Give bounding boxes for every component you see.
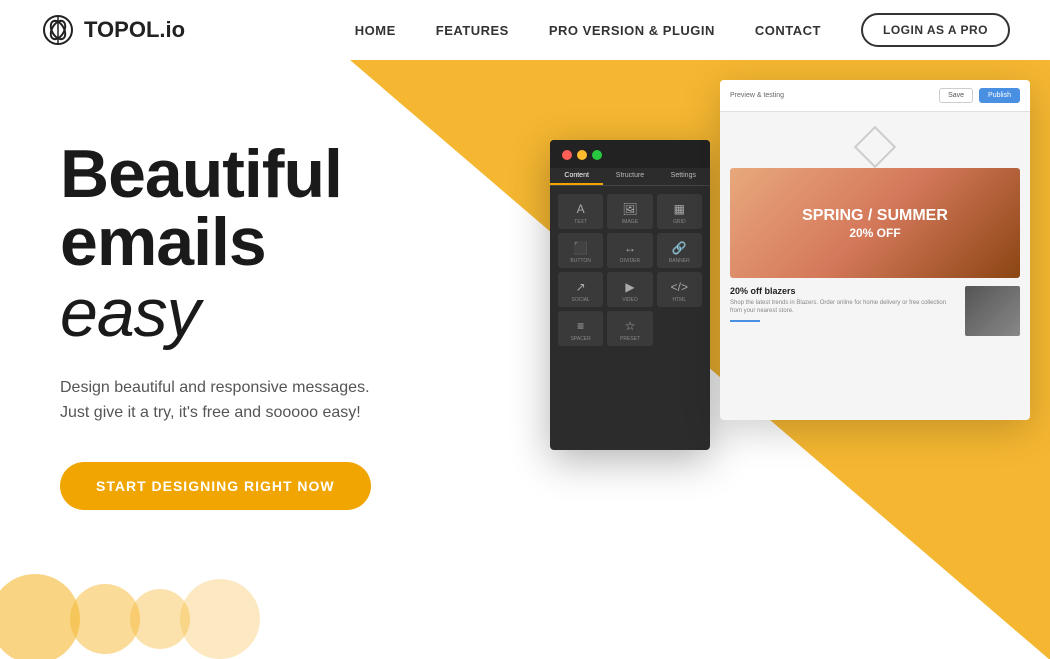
editor-block-banner[interactable]: 🔗 BANNER (657, 233, 702, 268)
hero-screenshots: Content Structure Settings A TEXT 🖼 IMAG… (550, 80, 1030, 420)
editor-block-video[interactable]: ▶ VIDEO (607, 272, 652, 307)
preview-topbar: Preview & testing Save Publish (720, 80, 1030, 112)
preview-label: Preview & testing (730, 92, 784, 99)
video-icon: ▶ (625, 280, 634, 294)
editor-tab-structure[interactable]: Structure (603, 168, 656, 185)
cta-button[interactable]: START DESIGNING RIGHT NOW (60, 462, 371, 510)
preset-icon: ☆ (625, 319, 636, 333)
editor-block-text[interactable]: A TEXT (558, 194, 603, 229)
logo[interactable]: TOPOL.io (40, 12, 185, 48)
preview-card: 20% off blazers Shop the latest trends i… (730, 286, 1020, 336)
preview-card-desc: Shop the latest trends in Blazers. Order… (730, 299, 957, 316)
bottom-circle-1 (0, 574, 80, 659)
hero-title-light: easy (60, 276, 540, 351)
grid-icon: ▦ (674, 202, 685, 216)
nav-item-contact[interactable]: CONTACT (755, 23, 821, 38)
hero-text-block: Beautiful emails easy Design beautiful a… (60, 120, 540, 510)
preview-hero-text: SPRING / SUMMER 20% OFF (802, 206, 948, 239)
image-icon: 🖼 (622, 202, 637, 216)
editor-window: Content Structure Settings A TEXT 🖼 IMAG… (550, 140, 710, 450)
preview-card-link (730, 320, 760, 322)
editor-block-grid[interactable]: ▦ GRID (657, 194, 702, 229)
text-icon: A (577, 202, 585, 216)
editor-block-divider[interactable]: ↔ DIVIDER (607, 233, 652, 268)
header: TOPOL.io HOME FEATURES PRO VERSION & PLU… (0, 0, 1050, 60)
hero-title-bold: Beautiful emails (60, 140, 540, 276)
editor-tab-content[interactable]: Content (550, 168, 603, 185)
editor-tabs: Content Structure Settings (550, 168, 710, 186)
preview-logo-shape (854, 126, 896, 168)
banner-icon: 🔗 (672, 241, 687, 255)
preview-hero-image: SPRING / SUMMER 20% OFF (730, 168, 1020, 278)
editor-blocks-grid: A TEXT 🖼 IMAGE ▦ GRID ⬛ BUTTON ↔ DIVI (550, 186, 710, 354)
nav-item-features[interactable]: FEATURES (436, 23, 509, 38)
preview-card-text: 20% off blazers Shop the latest trends i… (730, 286, 957, 322)
editor-tab-settings[interactable]: Settings (657, 168, 710, 185)
traffic-red (562, 150, 572, 160)
traffic-green (592, 150, 602, 160)
bottom-circle-4 (180, 579, 260, 659)
html-icon: </> (671, 280, 688, 294)
preview-card-image (965, 286, 1020, 336)
editor-block-image[interactable]: 🖼 IMAGE (607, 194, 652, 229)
window-traffic-lights (550, 140, 710, 168)
traffic-yellow (577, 150, 587, 160)
editor-block-preset[interactable]: ☆ PRESET (607, 311, 652, 346)
hero-section: Beautiful emails easy Design beautiful a… (0, 60, 1050, 659)
bottom-decoration (0, 579, 1050, 659)
login-button[interactable]: LOGIN AS A PRO (861, 13, 1010, 47)
editor-block-html[interactable]: </> HTML (657, 272, 702, 307)
divider-icon: ↔ (624, 241, 636, 255)
preview-window: Preview & testing Save Publish SPRING / … (720, 80, 1030, 420)
preview-card-title: 20% off blazers (730, 286, 957, 296)
editor-block-spacer[interactable]: ≡ SPACER (558, 311, 603, 346)
button-icon: ⬛ (573, 241, 588, 255)
preview-email-content: SPRING / SUMMER 20% OFF 20% off blazers … (720, 112, 1030, 346)
logo-text: TOPOL.io (84, 17, 185, 43)
preview-save-btn[interactable]: Save (939, 88, 973, 103)
spacer-icon: ≡ (577, 319, 584, 333)
nav-item-home[interactable]: HOME (355, 23, 396, 38)
nav-item-pro[interactable]: PRO VERSION & PLUGIN (549, 23, 715, 38)
main-nav: HOME FEATURES PRO VERSION & PLUGIN CONTA… (355, 13, 1010, 47)
hero-description: Design beautiful and responsive messages… (60, 375, 440, 426)
preview-actions: Save Publish (939, 88, 1020, 103)
editor-block-social[interactable]: ↗ SOCIAL (558, 272, 603, 307)
social-icon: ↗ (576, 280, 586, 294)
logo-icon (40, 12, 76, 48)
preview-logo-area (730, 122, 1020, 168)
editor-block-button[interactable]: ⬛ BUTTON (558, 233, 603, 268)
preview-publish-btn[interactable]: Publish (979, 88, 1020, 103)
